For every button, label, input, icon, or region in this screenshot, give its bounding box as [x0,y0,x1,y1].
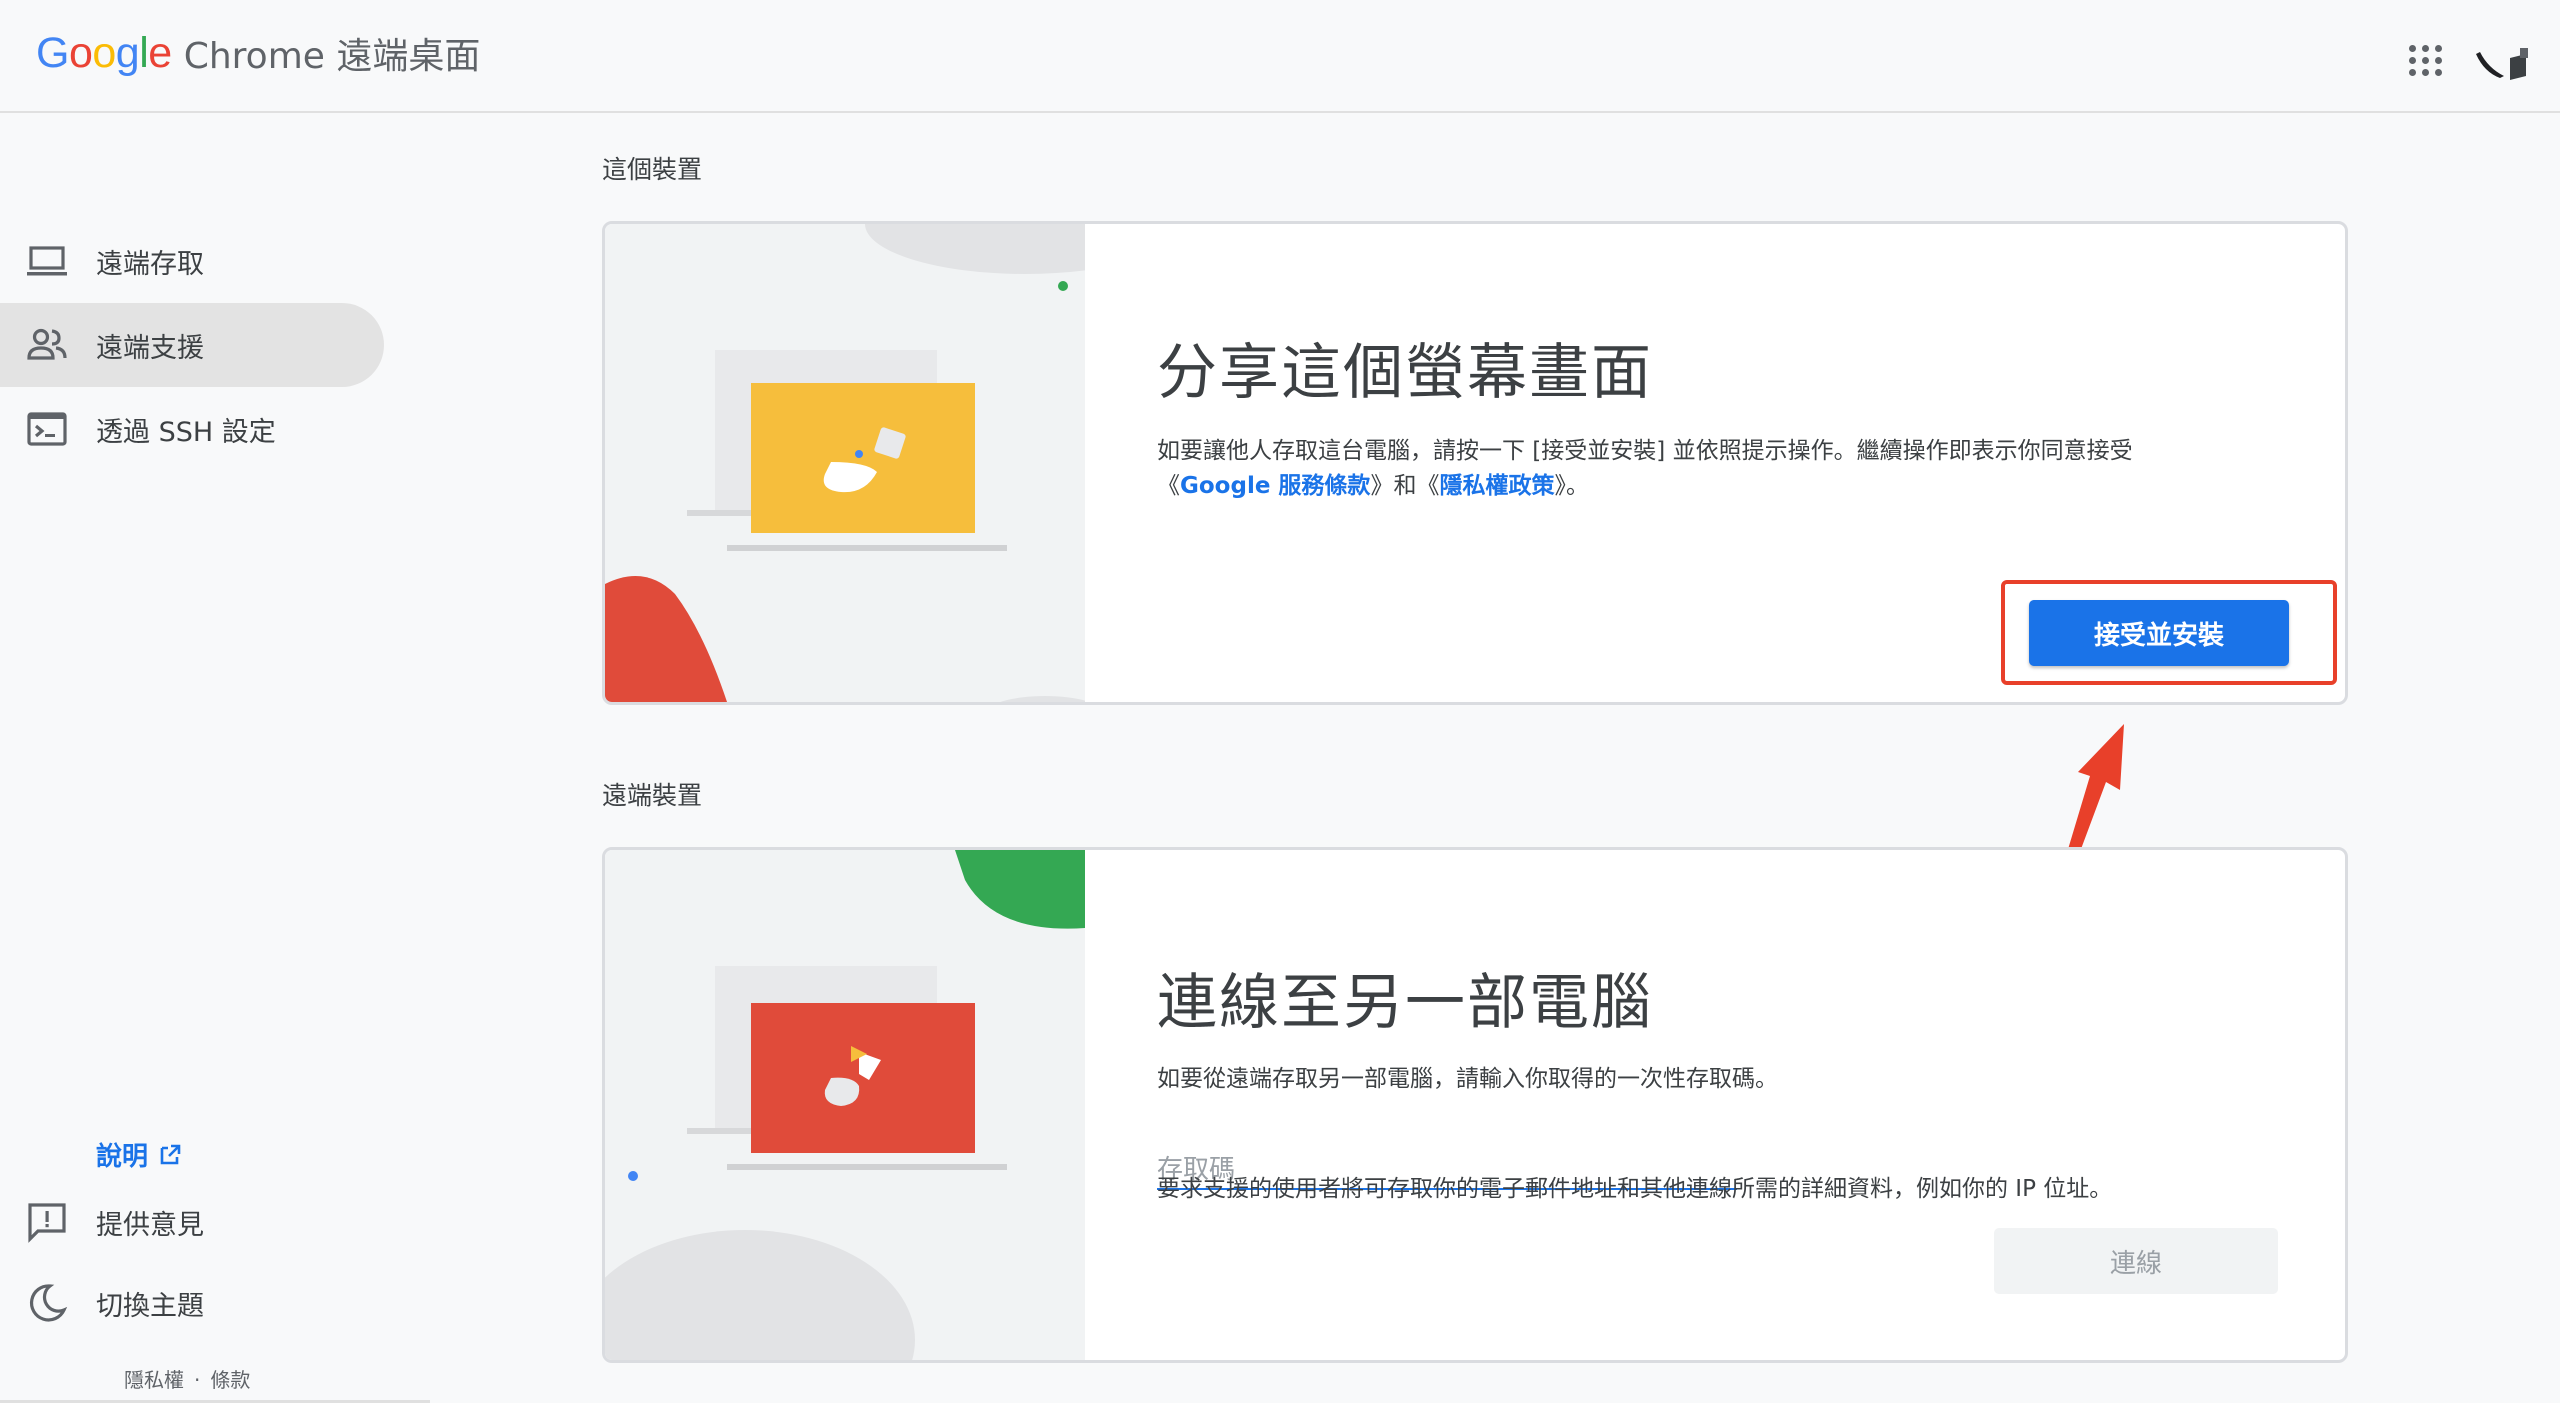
logo-letter: G [36,28,69,77]
connect-illustration [605,850,1085,1360]
product-name: Chrome 遠端桌面 [183,36,481,77]
terminal-icon [27,412,67,446]
connect-computer-card: 連線至另一部電腦 如要從遠端存取另一部電腦，請輸入你取得的一次性存取碼。 存取碼… [602,847,2348,1363]
privacy-link[interactable]: 隱私權 [124,1368,184,1392]
laptop-icon [27,246,67,276]
share-screen-title: 分享這個螢幕畫面 [1157,338,1653,408]
product-logo[interactable]: Google Chrome 遠端桌面 [36,28,480,78]
sidebar-item-remote-support[interactable]: 遠端支援 [0,303,384,387]
sidebar-item-remote-access[interactable]: 遠端存取 [0,219,384,303]
share-screen-description: 如要讓他人存取這台電腦，請按一下 [接受並安裝] 並依照提示操作。繼續操作即表示… [1157,434,2257,504]
feedback-button[interactable]: 提供意見 [0,1180,384,1264]
terms-of-service-link[interactable]: Google 服務條款 [1180,473,1370,499]
apps-grid-icon[interactable] [2402,38,2442,78]
external-link-icon [160,1144,181,1164]
logo-letter: l [139,28,149,77]
remote-desktop-app: Google Chrome 遠端桌面 遠端存取 遠端支援 透過 SSH 設定 說… [0,0,2560,1403]
footer-links: 隱私權 · 條款 [124,1364,250,1393]
share-screen-illustration [605,224,1085,702]
theme-toggle-button[interactable]: 切換主題 [0,1261,384,1345]
logo-letter: o [68,28,93,77]
connect-computer-description: 如要從遠端存取另一部電腦，請輸入你取得的一次性存取碼。 [1157,1066,1778,1092]
app-header: Google Chrome 遠端桌面 [0,0,2560,113]
feedback-icon [28,1203,66,1243]
help-link[interactable]: 說明 [96,1136,182,1173]
description-text: 》。 [1554,473,1589,499]
sidebar-item-label: 透過 SSH 設定 [96,416,276,448]
connect-button[interactable]: 連線 [1994,1228,2278,1294]
privacy-policy-link[interactable]: 隱私權政策 [1439,473,1554,499]
theme-toggle-label: 切換主題 [96,1290,204,1322]
description-text: 如要讓他人存取這台電腦，請按一下 [接受並安裝] 並依照提示操作。繼續操作即表示… [1157,438,2133,464]
remote-device-section-title: 遠端裝置 [602,781,703,810]
connect-computer-title: 連線至另一部電腦 [1157,968,1653,1038]
people-icon [27,328,67,360]
connect-privacy-note: 要求支援的使用者將可存取你的電子郵件地址和其他連線所需的詳細資料，例如你的 IP… [1157,1176,2113,1202]
quote-mark: 《 [1157,473,1180,499]
logo-letter: g [115,28,140,77]
share-illustration-art [605,224,1085,702]
feedback-label: 提供意見 [96,1209,204,1241]
terms-link[interactable]: 條款 [210,1368,250,1392]
logo-letter: o [92,28,116,77]
sidebar-item-ssh-setup[interactable]: 透過 SSH 設定 [0,387,384,471]
connect-illustration-art [605,850,1085,1360]
this-device-section-title: 這個裝置 [602,155,703,184]
sidebar-item-label: 遠端支援 [96,332,204,364]
account-avatar[interactable] [2470,36,2534,86]
annotation-highlight-box [2001,580,2337,685]
logo-letter: e [148,28,172,77]
description-text: 》和《 [1370,473,1440,499]
sidebar-item-label: 遠端存取 [96,248,204,280]
google-wordmark: Google [36,29,172,78]
footer-separator: · [194,1368,201,1392]
help-link-label: 說明 [96,1142,149,1172]
moon-icon [29,1284,68,1322]
